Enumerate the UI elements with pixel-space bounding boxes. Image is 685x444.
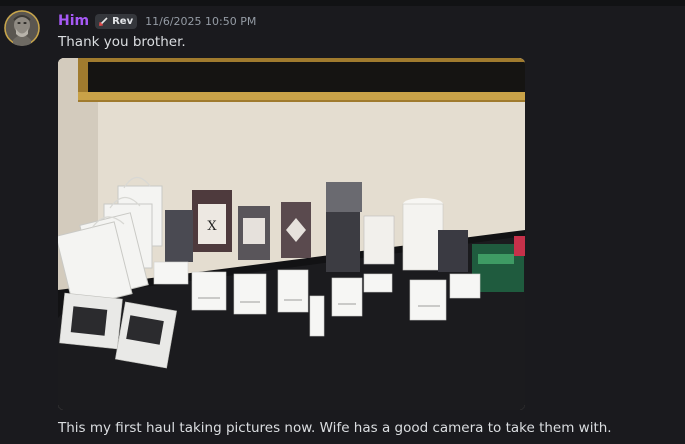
image-attachment[interactable]: X [58, 58, 525, 410]
message-text: Thank you brother. [58, 34, 186, 50]
username[interactable]: Him [58, 13, 89, 29]
message-header: Him Rev 11/6/2025 10:50 PM [58, 12, 256, 30]
role-label: Rev [112, 15, 134, 27]
avatar-portrait-icon [4, 10, 40, 46]
chat-message: Him Rev 11/6/2025 10:50 PM Thank you bro… [0, 6, 685, 444]
haul-photo: X [58, 58, 525, 410]
role-tag[interactable]: Rev [95, 13, 138, 29]
user-avatar[interactable] [4, 10, 40, 46]
timestamp[interactable]: 11/6/2025 10:50 PM [145, 15, 256, 28]
sword-icon [99, 16, 108, 26]
message-text: This my first haul taking pictures now. … [58, 420, 612, 436]
svg-text:X: X [207, 219, 217, 234]
